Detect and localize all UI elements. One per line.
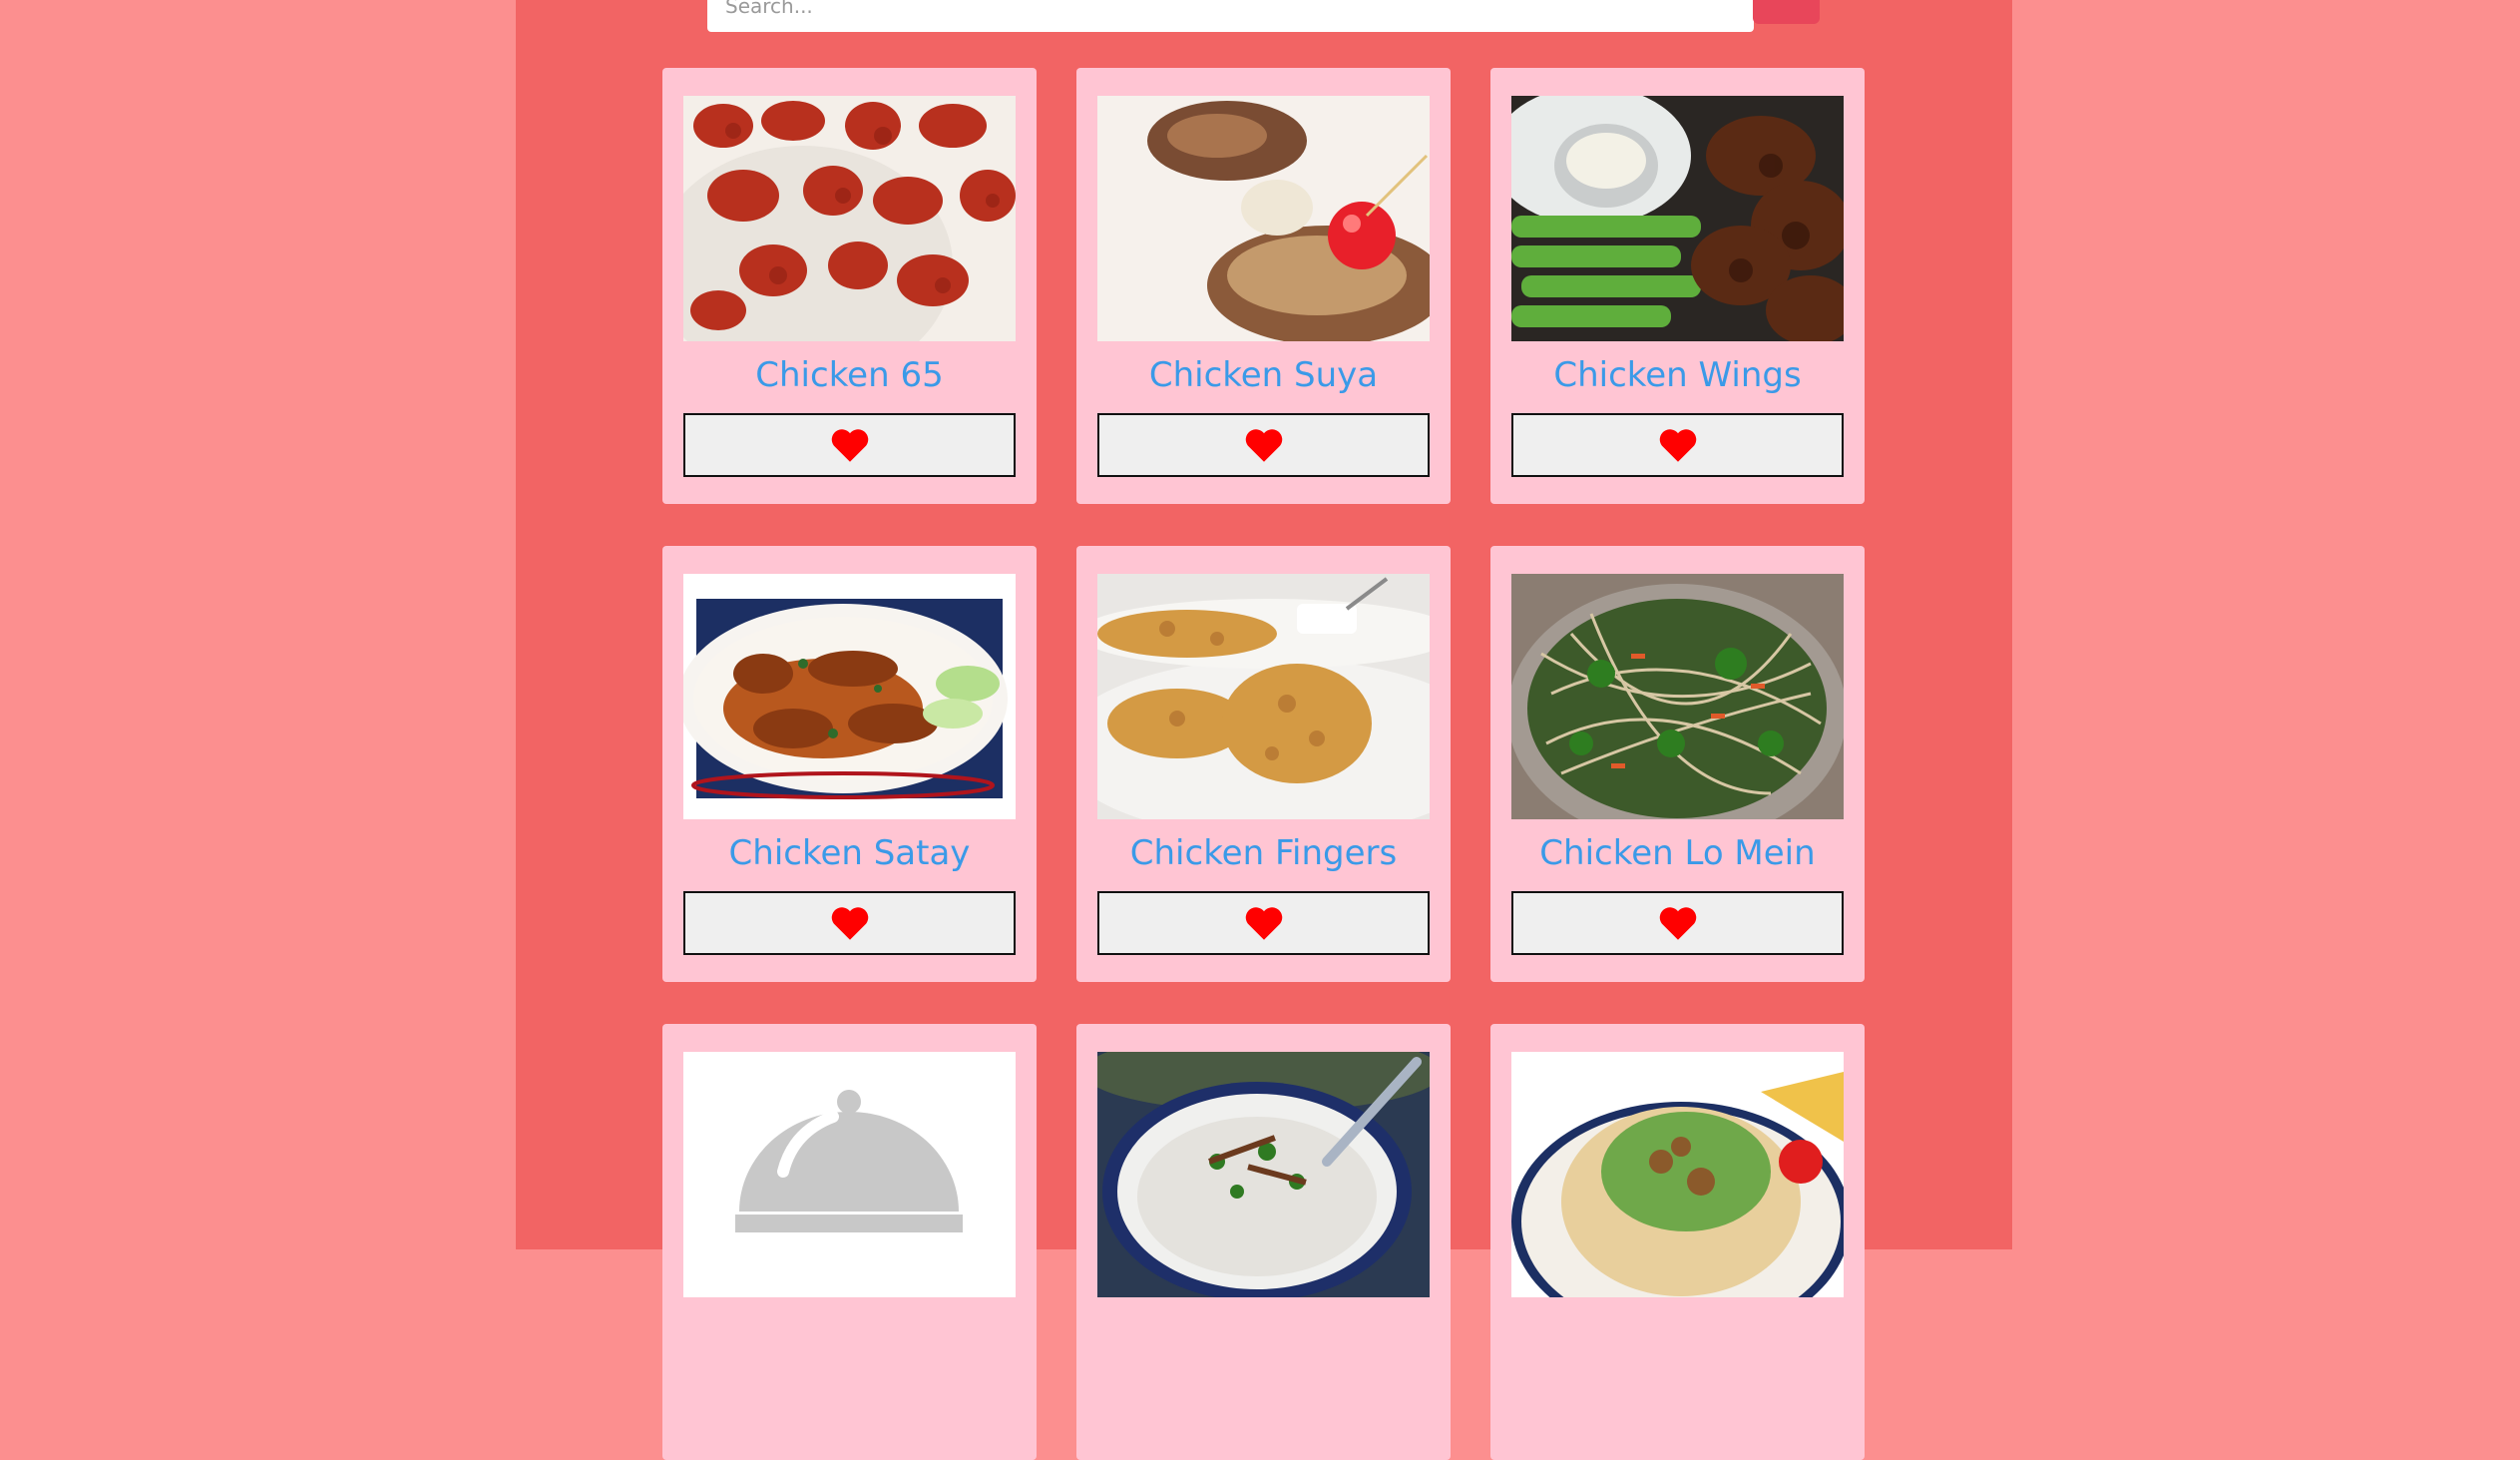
heart-icon <box>1245 907 1282 940</box>
recipe-title[interactable]: Chicken Fingers <box>1076 829 1451 877</box>
recipe-card: Chicken Wings <box>1490 68 1865 504</box>
search-button[interactable] <box>1753 0 1820 24</box>
recipe-image <box>1511 574 1844 819</box>
heart-icon <box>1659 907 1696 940</box>
recipe-image <box>683 1052 1016 1297</box>
recipe-image <box>1097 96 1430 341</box>
recipe-card: Chicken 65 <box>662 68 1037 504</box>
recipe-card <box>662 1024 1037 1460</box>
recipe-title[interactable]: Chicken Suya <box>1076 351 1451 399</box>
recipe-title[interactable]: Chicken Lo Mein <box>1490 829 1865 877</box>
recipe-title[interactable]: Chicken Satay <box>662 829 1037 877</box>
recipe-title[interactable]: Chicken Wings <box>1490 351 1865 399</box>
favorite-button[interactable] <box>683 891 1016 955</box>
recipe-card: Chicken Suya <box>1076 68 1451 504</box>
recipe-image <box>1097 574 1430 819</box>
recipe-image <box>1511 1052 1844 1297</box>
heart-icon <box>1659 429 1696 462</box>
recipe-image <box>683 574 1016 819</box>
search-icon <box>1753 0 1820 24</box>
favorite-button[interactable] <box>1097 891 1430 955</box>
recipe-card <box>1490 1024 1865 1460</box>
heart-icon <box>831 907 868 940</box>
recipe-card <box>1076 1024 1451 1460</box>
favorite-button[interactable] <box>1511 891 1844 955</box>
recipe-card: Chicken Lo Mein <box>1490 546 1865 982</box>
recipe-card: Chicken Satay <box>662 546 1037 982</box>
recipe-image <box>683 96 1016 341</box>
heart-icon <box>831 429 868 462</box>
recipe-image <box>1511 96 1844 341</box>
search-input[interactable] <box>707 0 1754 32</box>
favorite-button[interactable] <box>683 413 1016 477</box>
heart-icon <box>1245 429 1282 462</box>
recipe-card: Chicken Fingers <box>1076 546 1451 982</box>
favorite-button[interactable] <box>1097 413 1430 477</box>
recipe-title[interactable]: Chicken 65 <box>662 351 1037 399</box>
favorite-button[interactable] <box>1511 413 1844 477</box>
placeholder-cloche-icon <box>683 1052 1016 1297</box>
recipe-image <box>1097 1052 1430 1297</box>
